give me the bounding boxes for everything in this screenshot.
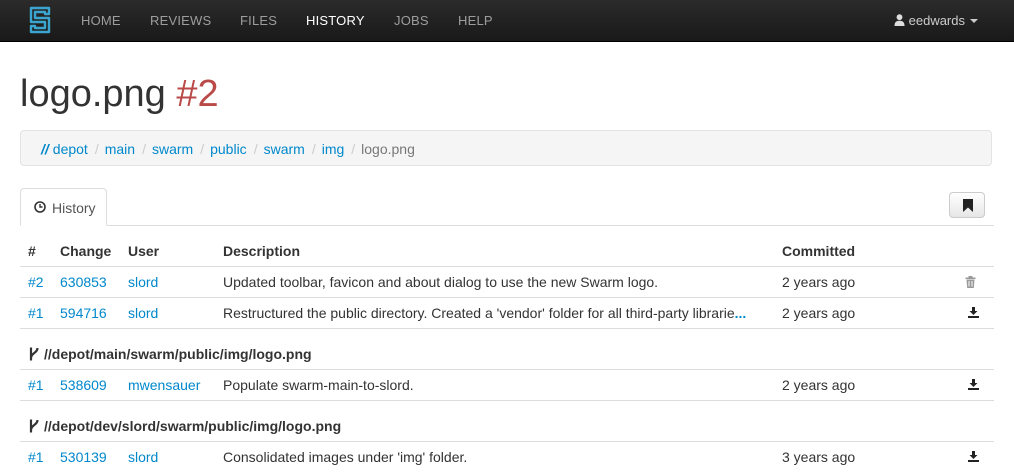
breadcrumb: //depot / main / swarm / public / swarm / img / logo… (20, 130, 992, 166)
nav-reviews[interactable]: REVIEWS (150, 13, 211, 28)
revision-link[interactable]: #1 (28, 305, 44, 321)
breadcrumb-main[interactable]: main (105, 141, 135, 157)
breadcrumb-separator: / (200, 141, 205, 157)
file-name: logo.png (20, 73, 166, 115)
breadcrumb-public[interactable]: public (210, 141, 247, 157)
breadcrumb-swarm-2[interactable]: swarm (264, 141, 305, 157)
user-link[interactable]: slord (128, 305, 158, 321)
description: Consolidated images under 'img' folder. (223, 449, 468, 465)
user-menu[interactable]: eedwards (894, 13, 978, 28)
branch-path: //depot/dev/slord/swarm/public/img/logo.… (44, 418, 342, 434)
committed-time: 3 years ago (782, 449, 856, 465)
row-divider (20, 328, 994, 329)
nav-history[interactable]: HISTORY (306, 13, 365, 28)
row-divider (20, 369, 994, 370)
download-icon[interactable] (968, 379, 979, 390)
revision-link[interactable]: #1 (28, 377, 44, 393)
bookmark-button[interactable] (949, 192, 985, 218)
nav-home[interactable]: HOME (81, 13, 121, 28)
user-link[interactable]: slord (128, 449, 158, 465)
row-divider (20, 400, 994, 401)
row-divider (20, 441, 994, 442)
column-header-description: Description (223, 243, 301, 259)
breadcrumb-depot[interactable]: //depot (41, 141, 88, 157)
change-link[interactable]: 538609 (60, 377, 107, 393)
description: Restructured the public directory. Creat… (223, 305, 747, 321)
branch-path: //depot/main/swarm/public/img/logo.png (44, 346, 312, 362)
change-link[interactable]: 530139 (60, 449, 107, 465)
download-icon[interactable] (968, 307, 979, 318)
clock-icon (34, 201, 46, 213)
revision-link[interactable]: #1 (28, 449, 44, 465)
nav-help[interactable]: HELP (458, 13, 493, 28)
change-link[interactable]: 630853 (60, 274, 107, 290)
top-navbar: HOME REVIEWS FILES HISTORY JOBS HELP eed… (0, 0, 1014, 42)
nav-jobs[interactable]: JOBS (394, 13, 429, 28)
swarm-logo-icon[interactable] (29, 6, 51, 34)
tabs-divider (20, 225, 994, 226)
page-title: logo.png #2 (20, 72, 219, 116)
change-link[interactable]: 594716 (60, 305, 107, 321)
user-icon (894, 14, 905, 26)
breadcrumb-separator: / (142, 141, 146, 157)
download-icon[interactable] (968, 451, 979, 462)
bookmark-icon (963, 199, 973, 212)
column-header-number: # (28, 243, 36, 259)
description: Populate swarm-main-to-slord. (223, 377, 414, 393)
breadcrumb-separator: / (311, 141, 316, 157)
branch-header: //depot/dev/slord/swarm/public/img/logo.… (28, 418, 341, 434)
column-header-change: Change (60, 243, 112, 259)
committed-time: 2 years ago (782, 377, 856, 393)
breadcrumb-img[interactable]: img (322, 141, 345, 157)
column-header-committed: Committed (782, 243, 856, 259)
branch-icon (29, 419, 39, 433)
revision-link[interactable]: #2 (28, 274, 44, 290)
breadcrumb-separator: / (351, 141, 356, 157)
breadcrumb-swarm[interactable]: swarm (152, 141, 193, 157)
description: Updated toolbar, favicon and about dialo… (223, 274, 659, 290)
user-link[interactable]: mwensauer (128, 377, 200, 393)
chevron-down-icon (970, 19, 978, 23)
branch-icon (29, 347, 39, 361)
breadcrumb-current: logo.png (361, 141, 415, 157)
nav-files[interactable]: FILES (240, 13, 277, 28)
expand-description-link[interactable]: ... (735, 305, 747, 321)
trash-icon[interactable] (965, 276, 976, 288)
branch-header: //depot/main/swarm/public/img/logo.png (28, 346, 312, 362)
tab-history-label: History (52, 200, 96, 216)
tab-history[interactable]: History (20, 188, 107, 226)
committed-time: 2 years ago (782, 305, 856, 321)
row-divider (20, 297, 994, 298)
committed-time: 2 years ago (782, 274, 856, 290)
username: eedwards (908, 13, 965, 28)
breadcrumb-separator: / (94, 141, 99, 157)
revision-number: #2 (176, 73, 219, 115)
row-divider (20, 266, 994, 267)
breadcrumb-separator: / (253, 141, 258, 157)
column-header-user: User (128, 243, 160, 259)
user-link[interactable]: slord (128, 274, 158, 290)
